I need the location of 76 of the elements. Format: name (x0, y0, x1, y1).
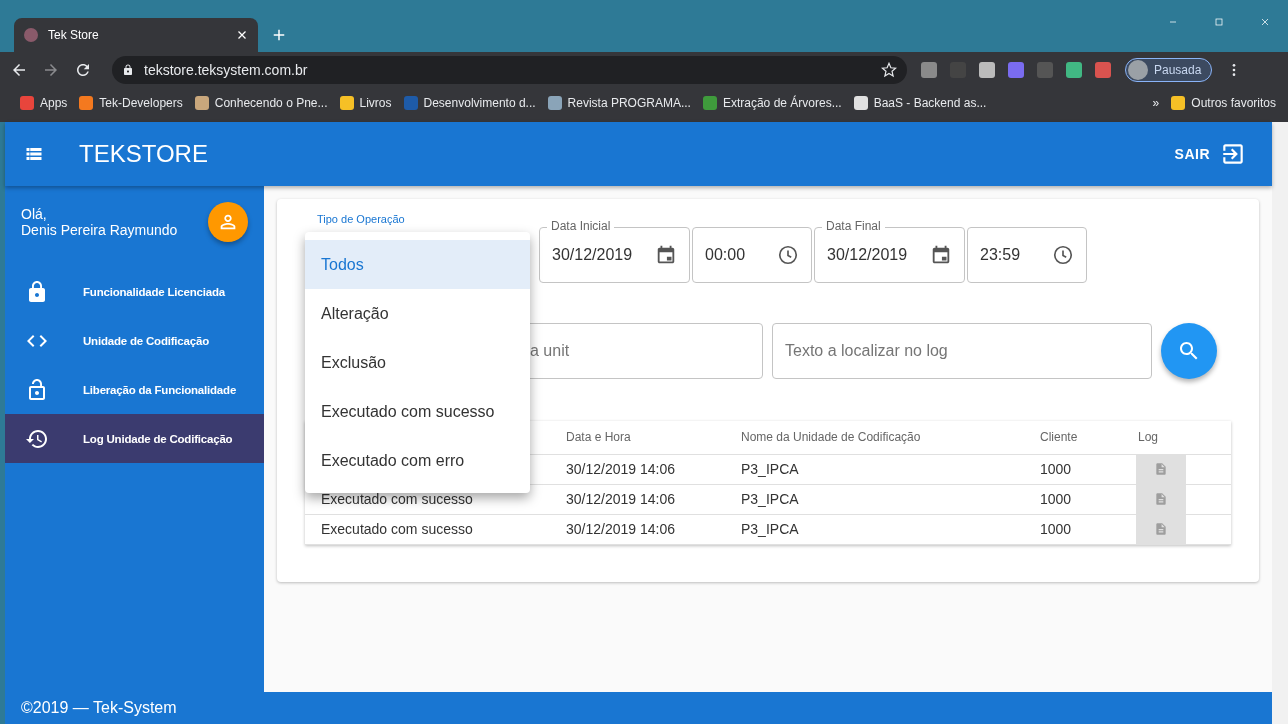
folder-icon (1171, 96, 1186, 110)
table-cell: P3_IPCA (725, 514, 1024, 544)
bookmark-link[interactable]: Livros (339, 96, 392, 110)
document-icon (1154, 492, 1168, 506)
table-cell: P3_IPCA (725, 484, 1024, 514)
clock-icon[interactable] (777, 244, 799, 266)
bookmark-folder[interactable]: Outros favoritos (1171, 96, 1276, 110)
address-bar[interactable]: tekstore.teksystem.com.br (112, 56, 907, 84)
calendar-icon[interactable] (930, 244, 952, 266)
lock-icon (122, 64, 134, 76)
greeting-text: Olá, (21, 205, 48, 222)
user-name: Denis Pereira Raymundo (21, 221, 178, 238)
menu-option[interactable]: Executado com erro (305, 436, 530, 485)
field-label: Data Inicial (547, 219, 615, 233)
url-text: tekstore.teksystem.com.br (144, 62, 309, 78)
new-tab-icon[interactable] (272, 28, 286, 42)
menu-option[interactable]: Executado com sucesso (305, 387, 530, 436)
search-field[interactable]: Texto a localizar no log (772, 323, 1152, 379)
calendar-icon[interactable] (655, 244, 677, 266)
scrollbar[interactable] (1272, 122, 1288, 724)
browser-tab[interactable]: Tek Store (14, 18, 258, 52)
bookmark-link[interactable]: Conhecendo o Pne... (194, 96, 328, 110)
column-header: Data e Hora (550, 421, 725, 454)
star-icon[interactable] (881, 62, 897, 78)
footer-text: ©2019 — Tek-System (5, 692, 1272, 724)
table-cell: P3_IPCA (725, 454, 1024, 484)
field-value: 30/12/2019 (827, 246, 908, 264)
nav-item[interactable]: Funcionalidade Licenciada (5, 267, 264, 316)
app-title: TEKSTORE (79, 140, 209, 168)
document-icon (1154, 522, 1168, 536)
nav-item[interactable]: Log Unidade de Codificação (5, 414, 264, 463)
field-value: 00:00 (705, 246, 746, 264)
column-header: Nome da Unidade de Codificação (725, 421, 1024, 454)
extension-icon[interactable] (979, 62, 995, 78)
forward-arrow-icon[interactable] (42, 61, 60, 79)
clock-icon[interactable] (1052, 244, 1074, 266)
log-button[interactable] (1136, 514, 1186, 544)
time-field[interactable]: 23:59 (967, 227, 1087, 283)
bookmark-link[interactable]: Apps (20, 96, 68, 110)
menu-option[interactable]: Todos (305, 240, 530, 289)
field-value: 30/12/2019 (552, 246, 633, 264)
maximize-icon[interactable] (1213, 16, 1225, 28)
bookmark-link[interactable]: BaaS - Backend as... (853, 96, 987, 110)
menu-icon[interactable] (25, 145, 43, 163)
bookmark-link[interactable]: Desenvolvimento d... (403, 96, 536, 110)
exit-icon (1220, 141, 1246, 167)
bookmark-link[interactable]: Tek-Developers (79, 96, 183, 110)
nav-item[interactable]: Unidade de Codificação (5, 316, 264, 365)
avatar-icon (1128, 60, 1148, 80)
column-header: Cliente (1024, 421, 1122, 454)
table-cell: 1000 (1024, 514, 1122, 544)
close-icon[interactable] (236, 29, 248, 41)
table-cell: Executado com sucesso (305, 514, 550, 544)
profile-button[interactable]: Pausada (1125, 58, 1213, 82)
bookmark-link[interactable]: Revista PROGRAMA... (547, 96, 691, 110)
logout-button[interactable]: SAIR (1168, 135, 1252, 173)
table-cell: 1000 (1024, 484, 1122, 514)
profile-button[interactable] (208, 201, 248, 242)
table-cell: 30/12/2019 14:06 (550, 514, 725, 544)
tab-title: Tek Store (48, 28, 100, 42)
bookmark-link[interactable]: Extração de Árvores... (702, 96, 842, 110)
bookmarks-overflow-button[interactable]: » (1152, 96, 1160, 110)
table-cell: 1000 (1024, 454, 1122, 484)
column-header: Log (1122, 421, 1231, 454)
time-field[interactable]: 00:00 (692, 227, 812, 283)
reload-icon[interactable] (74, 61, 92, 79)
nav-item[interactable]: Liberação da Funcionalidade (5, 365, 264, 414)
document-icon (1154, 462, 1168, 476)
log-button[interactable] (1136, 454, 1186, 484)
search-button[interactable] (1161, 323, 1217, 379)
field-label: Data Final (822, 219, 885, 233)
table-cell: 30/12/2019 14:06 (550, 454, 725, 484)
field-value: 23:59 (980, 246, 1021, 264)
tab-favicon-icon (24, 28, 38, 42)
field-label: Tipo de Operação (317, 213, 405, 225)
table-cell: 30/12/2019 14:06 (550, 484, 725, 514)
